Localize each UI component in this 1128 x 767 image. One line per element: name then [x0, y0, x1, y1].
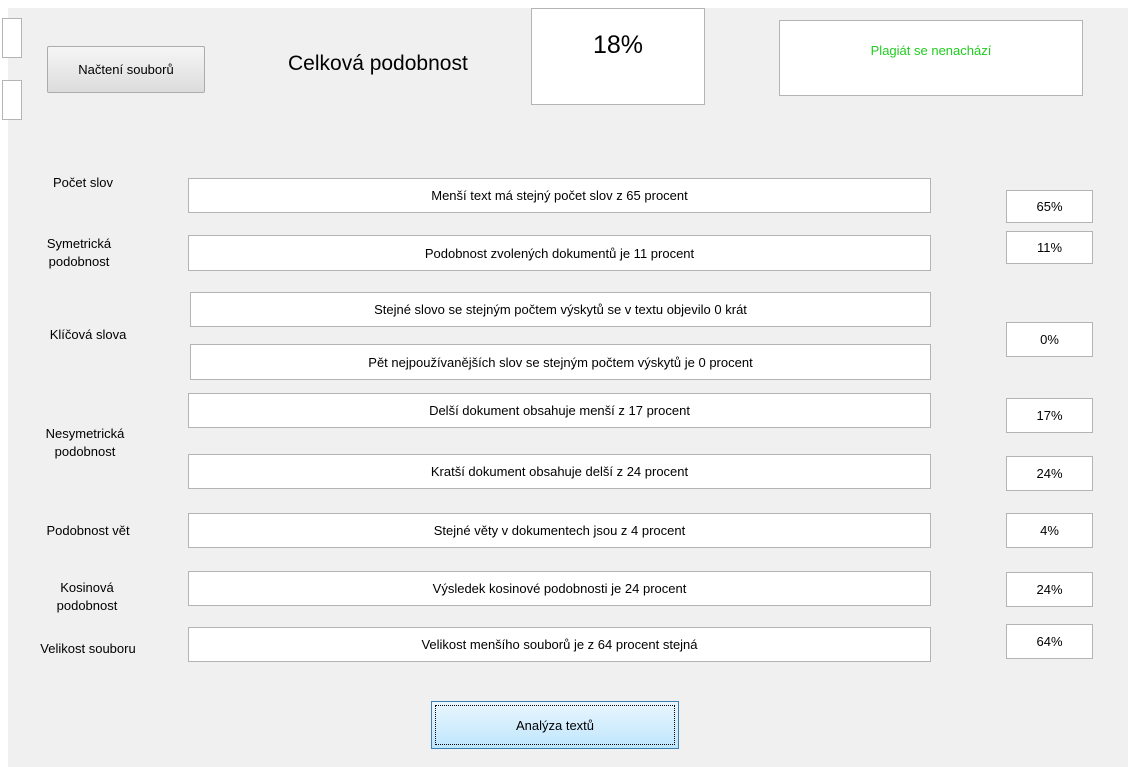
- symmetric-value: 11%: [1006, 231, 1093, 264]
- load-files-button[interactable]: Načtení souborů: [47, 46, 205, 93]
- cosine-description: Výsledek kosinové podobnosti je 24 proce…: [188, 571, 931, 606]
- asymmetric-value-1: 17%: [1006, 398, 1093, 433]
- cosine-label: Kosinová podobnost: [56, 580, 118, 613]
- asymmetric-value-2: 24%: [1006, 456, 1093, 491]
- keywords-label: Klíčová slova: [49, 327, 127, 342]
- total-similarity-label: Celková podobnost: [288, 52, 468, 75]
- analyze-texts-button[interactable]: Analýza textů: [431, 701, 679, 749]
- asymmetric-label: Nesymetrická podobnost: [45, 426, 125, 459]
- file-size-label: Velikost souboru: [40, 641, 136, 656]
- asymmetric-description-2: Kratší dokument obsahuje delší z 24 proc…: [188, 454, 931, 489]
- file-path-input-2[interactable]: [2, 80, 22, 120]
- file-size-description: Velikost menšího souborů je z 64 procent…: [188, 627, 931, 662]
- main-window: Načtení souborů Celková podobnost 18% Pl…: [2, 8, 1128, 767]
- asymmetric-description-1: Delší dokument obsahuje menší z 17 proce…: [188, 393, 931, 428]
- symmetric-label: Symetrická podobnost: [46, 236, 112, 269]
- focus-ring: [435, 705, 675, 745]
- sentences-value: 4%: [1006, 513, 1093, 548]
- keywords-description-1: Stejné slovo se stejným počtem výskytů s…: [190, 292, 931, 327]
- word-count-description: Menší text má stejný počet slov z 65 pro…: [188, 178, 931, 213]
- keywords-value: 0%: [1006, 322, 1093, 357]
- plagiarism-status: Plagiát se nenachází: [779, 20, 1083, 96]
- total-similarity-value: 18%: [531, 8, 705, 105]
- sentences-label: Podobnost vět: [46, 523, 130, 538]
- word-count-label: Počet slov: [53, 175, 113, 190]
- word-count-value: 65%: [1006, 190, 1093, 223]
- file-path-input-1[interactable]: [2, 18, 22, 58]
- cosine-value: 24%: [1006, 572, 1093, 607]
- file-size-value: 64%: [1006, 624, 1093, 659]
- keywords-description-2: Pět nejpoužívanějších slov se stejným po…: [190, 344, 931, 380]
- sentences-description: Stejné věty v dokumentech jsou z 4 proce…: [188, 513, 931, 548]
- symmetric-description: Podobnost zvolených dokumentů je 11 proc…: [188, 235, 931, 271]
